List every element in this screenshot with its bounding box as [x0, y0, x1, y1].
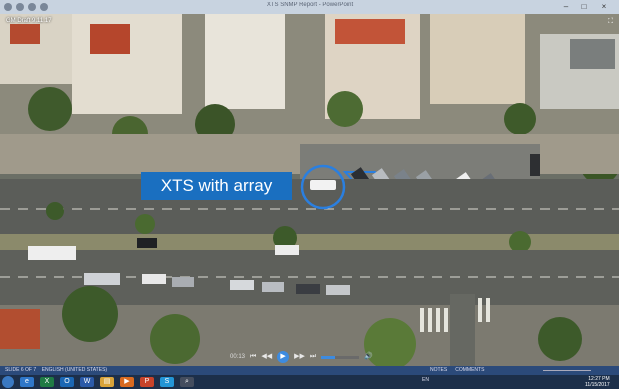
input-language[interactable]: EN — [422, 377, 429, 383]
rewind-icon[interactable]: ◀◀ — [261, 353, 272, 361]
fullscreen-icon[interactable]: ⛶ — [608, 18, 613, 26]
window-title: XTS SNMP Report - PowerPoint — [266, 2, 354, 8]
taskbar: e X O W ▤ ▶ P S ⌕ EN 12:27 PM 11/15/2017 — [0, 375, 619, 389]
skip-forward-icon[interactable]: ⏭ — [310, 353, 316, 361]
window-titlebar: XTS SNMP Report - PowerPoint – □ × — [0, 0, 619, 15]
annotation-callout: XTS with array — [141, 172, 292, 200]
close-button[interactable]: × — [598, 2, 610, 11]
redo-icon[interactable] — [40, 3, 48, 11]
clock-date: 11/15/2017 — [585, 382, 610, 388]
play-button[interactable]: ▶ — [277, 351, 290, 363]
comments-button[interactable]: COMMENTS — [455, 367, 484, 373]
taskbar-app-skype[interactable]: S — [160, 377, 174, 387]
maximize-button[interactable]: □ — [578, 2, 590, 11]
status-left: SLIDE 6 OF 7 ENGLISH (UNITED STATES) — [5, 367, 107, 373]
status-bar: SLIDE 6 OF 7 ENGLISH (UNITED STATES) NOT… — [0, 366, 619, 375]
zoom-slider[interactable] — [543, 370, 591, 371]
taskbar-app-ie[interactable]: e — [20, 377, 34, 387]
skip-back-icon[interactable]: ⏮ — [250, 353, 256, 361]
taskbar-app-powerpoint[interactable]: P — [140, 377, 154, 387]
save-icon[interactable] — [16, 3, 24, 11]
taskbar-app-explorer[interactable]: ▤ — [100, 377, 114, 387]
taskbar-app-search[interactable]: ⌕ — [180, 377, 194, 387]
video-time: 00:13 — [230, 354, 246, 360]
status-right: NOTES COMMENTS — [430, 367, 484, 373]
aerial-video-frame[interactable]: GM Draft 9.11.17 ⛶ XTS with array 00:13 … — [0, 14, 619, 366]
notes-button[interactable]: NOTES — [430, 367, 447, 373]
taskbar-clock[interactable]: 12:27 PM 11/15/2017 — [585, 376, 610, 388]
seek-bar[interactable] — [321, 355, 360, 359]
seek-progress — [321, 355, 335, 359]
video-osd-label: GM Draft 9.11.17 — [6, 18, 52, 24]
annotation-text: XTS with array — [160, 176, 273, 195]
taskbar-app-media[interactable]: ▶ — [120, 377, 134, 387]
system-tray: EN — [422, 377, 429, 383]
minimize-button[interactable]: – — [560, 2, 572, 11]
fast-forward-icon[interactable]: ▶▶ — [294, 353, 305, 361]
taskbar-app-outlook[interactable]: O — [60, 377, 74, 387]
slide-indicator: SLIDE 6 OF 7 — [5, 367, 37, 373]
taskbar-app-word[interactable]: W — [80, 377, 94, 387]
undo-icon[interactable] — [28, 3, 36, 11]
start-button[interactable] — [2, 376, 14, 388]
taskbar-app-excel[interactable]: X — [40, 377, 54, 387]
volume-icon[interactable]: 🔊 — [364, 353, 373, 361]
video-controls: 00:13 ⏮ ◀◀ ▶ ▶▶ ⏭ 🔊 — [230, 350, 373, 364]
aerial-scene — [0, 14, 619, 366]
language-indicator[interactable]: ENGLISH (UNITED STATES) — [42, 367, 107, 373]
app-icon — [4, 3, 12, 11]
